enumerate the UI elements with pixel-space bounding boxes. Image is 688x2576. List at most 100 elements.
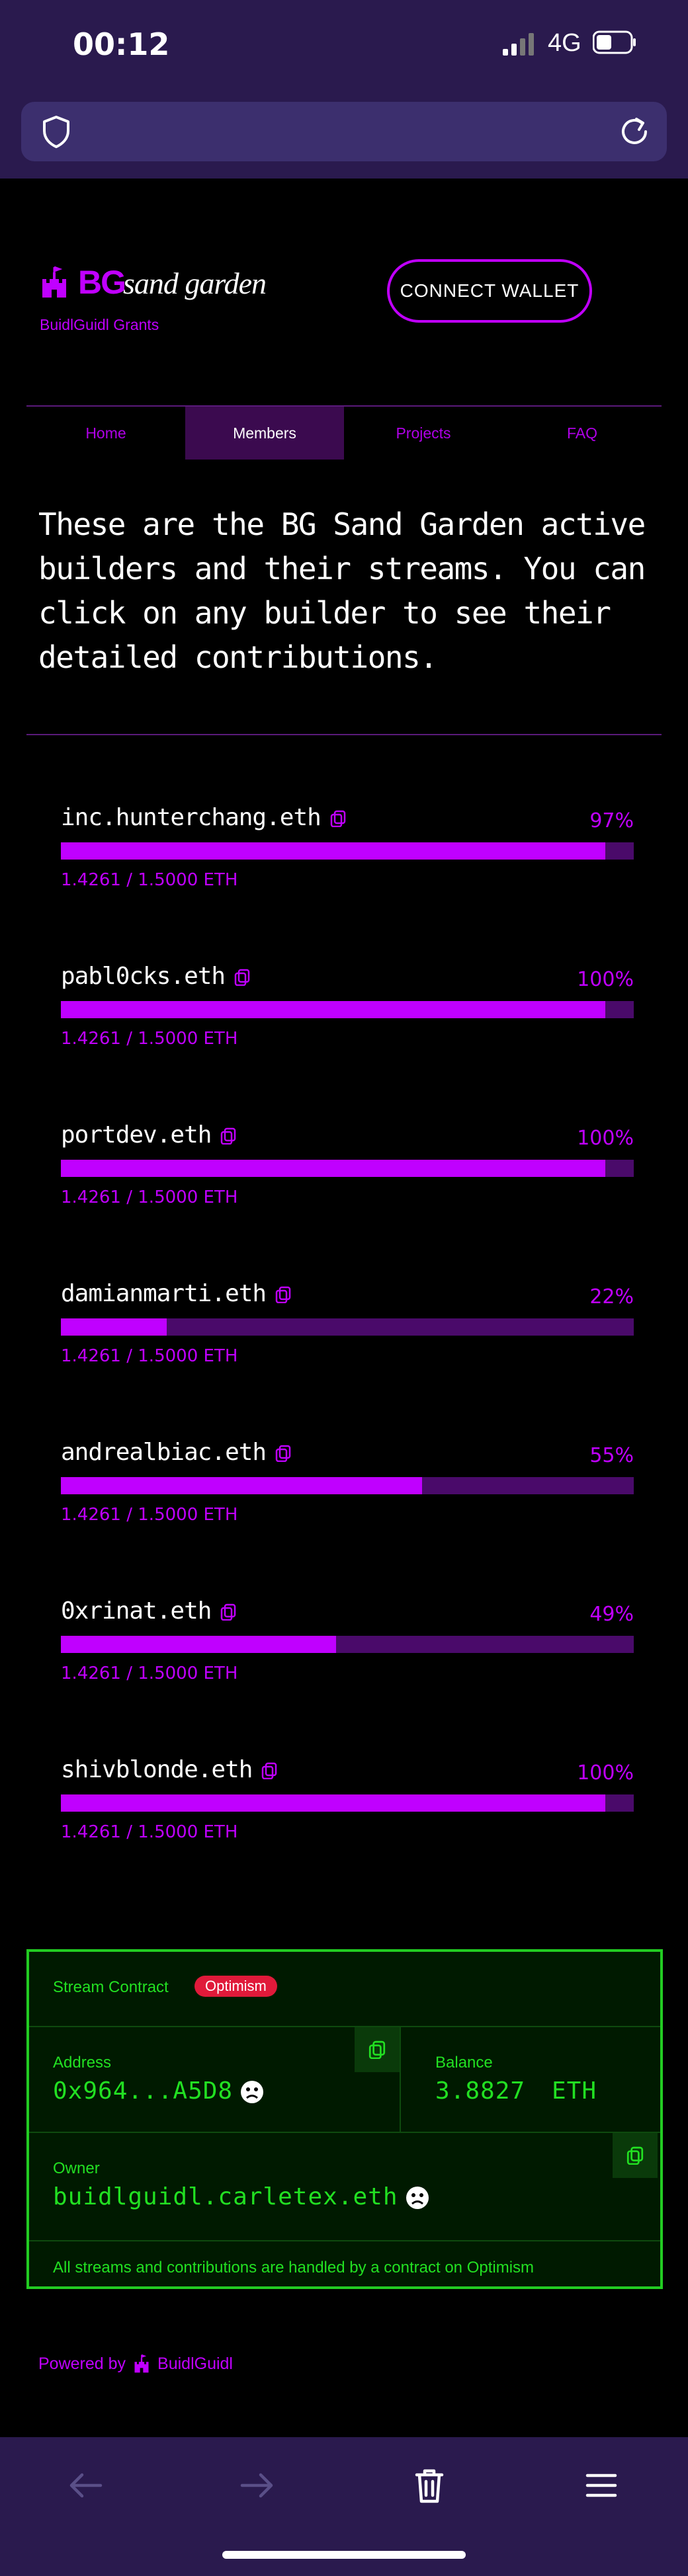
address-value-row: 0x964...A5D8	[53, 2077, 265, 2105]
builder-percent: 97%	[589, 809, 634, 832]
owner-value-row: buidlguidl.carletex.eth	[53, 2183, 430, 2210]
tab-faq[interactable]: FAQ	[503, 407, 662, 460]
copy-icon[interactable]	[220, 1603, 236, 1621]
back-arrow-icon[interactable]	[64, 2464, 107, 2507]
contract-header: Stream Contract Optimism	[29, 1952, 660, 2027]
owner-value[interactable]: buidlguidl.carletex.eth	[53, 2183, 398, 2210]
progress-bar	[61, 1318, 634, 1336]
balance-value: 3.8827	[435, 2077, 526, 2105]
intro-text: These are the BG Sand Garden active buil…	[38, 506, 646, 675]
copy-icon	[626, 2146, 644, 2165]
builder-item[interactable]: 0xrinat.eth 49% 1.4261 / 1.5000 ETH	[61, 1597, 634, 1697]
address-box: Address 0x964...A5D8	[29, 2027, 401, 2132]
logo-bg-text: BG	[78, 264, 126, 301]
builder-percent: 49%	[589, 1603, 634, 1626]
builder-percent: 100%	[577, 1127, 634, 1150]
builder-name-row: shivblonde.eth	[61, 1756, 277, 1783]
network-type: 4G	[548, 29, 581, 57]
progress-fill	[61, 1318, 167, 1336]
builder-name[interactable]: inc.hunterchang.eth	[61, 804, 322, 831]
progress-bar	[61, 1794, 634, 1812]
progress-fill	[61, 1160, 605, 1177]
copy-icon[interactable]	[220, 1127, 236, 1145]
copy-icon[interactable]	[275, 1286, 291, 1303]
copy-icon	[368, 2040, 386, 2059]
builder-item[interactable]: pabl0cks.eth 100% 1.4261 / 1.5000 ETH	[61, 963, 634, 1062]
progress-bar	[61, 1477, 634, 1494]
builder-percent: 55%	[589, 1444, 634, 1467]
browser-toolbar	[0, 2437, 688, 2576]
copy-owner-button[interactable]	[613, 2133, 658, 2178]
progress-bar	[61, 1001, 634, 1018]
home-indicator	[222, 2551, 466, 2559]
contract-owner-row: Owner buidlguidl.carletex.eth	[29, 2133, 660, 2241]
owner-label: Owner	[53, 2159, 100, 2177]
copy-icon[interactable]	[330, 810, 346, 827]
menu-icon[interactable]	[580, 2464, 623, 2507]
builder-eth: 1.4261 / 1.5000 ETH	[61, 1029, 238, 1049]
status-time: 00:12	[73, 26, 170, 62]
main-nav: Home Members Projects FAQ	[26, 407, 662, 460]
builder-percent: 100%	[577, 968, 634, 991]
browser-url-bar	[0, 86, 688, 179]
progress-fill	[61, 1636, 336, 1653]
builder-name-row: damianmarti.eth	[61, 1280, 291, 1307]
avatar-icon	[241, 2081, 264, 2103]
builder-name[interactable]: damianmarti.eth	[61, 1280, 267, 1307]
builder-name[interactable]: pabl0cks.eth	[61, 963, 226, 990]
progress-bar	[61, 1636, 634, 1653]
builder-name-row: inc.hunterchang.eth	[61, 804, 346, 831]
battery-icon	[593, 30, 636, 54]
network-badge: Optimism	[194, 1976, 277, 1997]
builder-eth: 1.4261 / 1.5000 ETH	[61, 1822, 238, 1842]
tab-members[interactable]: Members	[185, 407, 344, 460]
logo[interactable]: BG sand garden	[38, 264, 267, 304]
stream-contract-card: Stream Contract Optimism Address 0x964..…	[26, 1949, 663, 2289]
tab-projects[interactable]: Projects	[344, 407, 503, 460]
shield-icon[interactable]	[38, 114, 74, 149]
castle-icon	[42, 266, 66, 298]
address-field[interactable]	[21, 102, 667, 161]
address-label: Address	[53, 2054, 112, 2072]
builder-name-row: 0xrinat.eth	[61, 1597, 236, 1625]
reload-icon[interactable]	[617, 114, 652, 149]
signal-icon	[503, 33, 534, 56]
builder-item[interactable]: andrealbiac.eth 55% 1.4261 / 1.5000 ETH	[61, 1439, 634, 1538]
logo-sand-garden-text: sand garden	[123, 266, 267, 300]
address-value[interactable]: 0x964...A5D8	[53, 2077, 233, 2105]
powered-by[interactable]: Powered by BuidlGuidl	[38, 2354, 233, 2374]
progress-fill	[61, 1477, 422, 1494]
copy-icon[interactable]	[275, 1445, 291, 1462]
connect-wallet-button[interactable]: CONNECT WALLET	[387, 259, 592, 323]
builder-eth: 1.4261 / 1.5000 ETH	[61, 1664, 238, 1683]
builder-percent: 22%	[589, 1285, 634, 1308]
trash-icon[interactable]	[408, 2464, 451, 2507]
progress-bar	[61, 1160, 634, 1177]
builder-eth: 1.4261 / 1.5000 ETH	[61, 1505, 238, 1525]
builder-eth: 1.4261 / 1.5000 ETH	[61, 1346, 238, 1366]
forward-arrow-icon[interactable]	[236, 2464, 279, 2507]
builder-eth: 1.4261 / 1.5000 ETH	[61, 1187, 238, 1207]
contract-address-balance-row: Address 0x964...A5D8 Balance 3.8827 ETH	[29, 2027, 660, 2133]
builder-name[interactable]: 0xrinat.eth	[61, 1597, 212, 1625]
builder-item[interactable]: portdev.eth 100% 1.4261 / 1.5000 ETH	[61, 1121, 634, 1221]
avatar-icon	[406, 2187, 429, 2209]
progress-bar	[61, 842, 634, 860]
builder-name[interactable]: portdev.eth	[61, 1121, 212, 1148]
progress-fill	[61, 842, 605, 860]
progress-fill	[61, 1001, 605, 1018]
tab-home[interactable]: Home	[26, 407, 185, 460]
section-divider	[26, 734, 662, 735]
builder-name[interactable]: andrealbiac.eth	[61, 1439, 267, 1466]
contract-title: Stream Contract	[53, 1978, 169, 1996]
builder-item[interactable]: damianmarti.eth 22% 1.4261 / 1.5000 ETH	[61, 1280, 634, 1379]
builder-item[interactable]: inc.hunterchang.eth 97% 1.4261 / 1.5000 …	[61, 804, 634, 903]
copy-icon[interactable]	[261, 1762, 277, 1779]
builder-name[interactable]: shivblonde.eth	[61, 1756, 253, 1783]
builder-item[interactable]: shivblonde.eth 100% 1.4261 / 1.5000 ETH	[61, 1756, 634, 1855]
copy-icon[interactable]	[234, 969, 250, 986]
balance-unit: ETH	[552, 2077, 597, 2105]
site-header: BG sand garden BuidlGuidl Grants CONNECT…	[0, 179, 688, 403]
powered-by-label: Powered by	[38, 2354, 126, 2373]
copy-address-button[interactable]	[355, 2027, 400, 2072]
